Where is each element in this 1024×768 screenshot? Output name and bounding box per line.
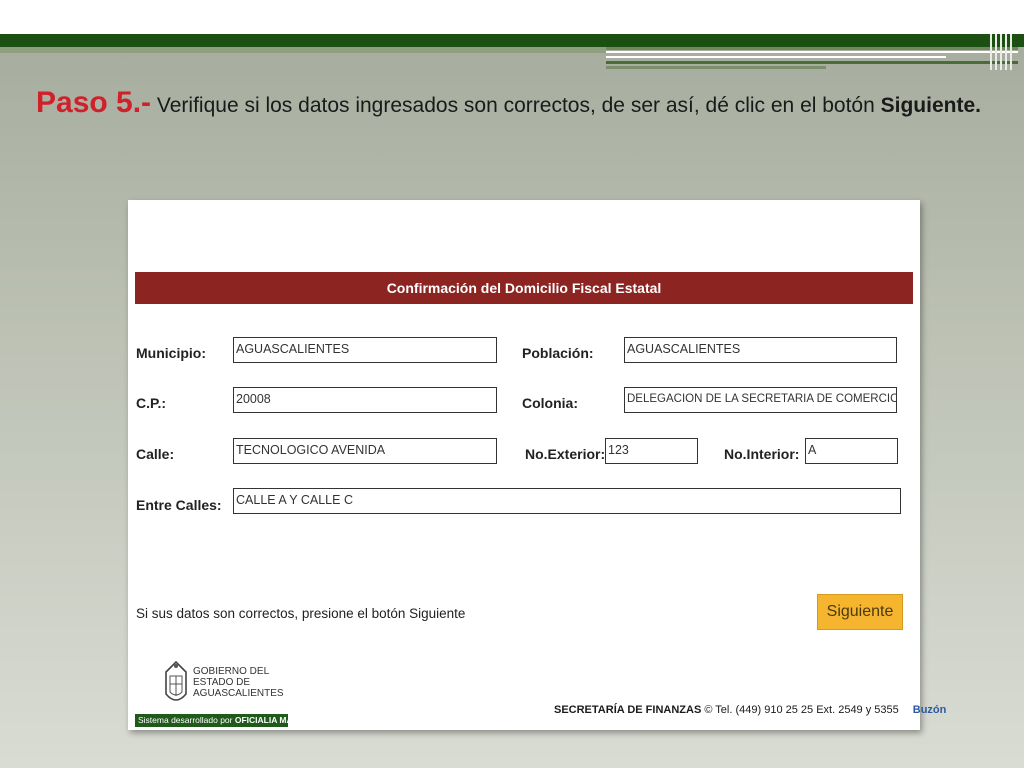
developed-by-banner: Sistema desarrollado por OFICIALIA MAYOR (135, 714, 288, 727)
secretaria-name: SECRETARÍA DE FINANZAS (554, 704, 702, 716)
no-exterior-field[interactable]: 123 (605, 438, 698, 464)
instruction-bold: Siguiente. (880, 94, 981, 117)
gov-line-3: AGUASCALIENTES (193, 688, 284, 699)
next-button[interactable]: Siguiente (817, 594, 903, 630)
instruction-text: Verifique si los datos ingresados son co… (151, 94, 881, 117)
slide-heading: Paso 5.- Verifique si los datos ingresad… (36, 88, 986, 121)
colonia-label: Colonia: (522, 395, 578, 411)
step-label: Paso 5.- (36, 86, 152, 119)
no-exterior-label: No.Exterior: (525, 446, 606, 462)
municipio-field[interactable]: AGUASCALIENTES (233, 337, 497, 363)
coat-of-arms-icon (165, 660, 187, 701)
light-rule (0, 47, 606, 53)
calle-field[interactable]: TECNOLOGICO AVENIDA (233, 438, 497, 464)
form-screenshot: Confirmación del Domicilio Fiscal Estata… (128, 200, 946, 730)
municipio-label: Municipio: (136, 345, 206, 361)
form-title: Confirmación del Domicilio Fiscal Estata… (135, 272, 913, 304)
buzon-link[interactable]: Buzón (913, 704, 947, 716)
no-interior-field[interactable]: A (805, 438, 898, 464)
no-interior-label: No.Interior: (724, 446, 800, 462)
developed-by-text: Sistema desarrollado por (138, 715, 235, 725)
confirmation-notice: Si sus datos son correctos, presione el … (136, 606, 466, 621)
government-logo-text: GOBIERNO DEL ESTADO DE AGUASCALIENTES (193, 666, 284, 699)
poblacion-field[interactable]: AGUASCALIENTES (624, 337, 897, 363)
poblacion-label: Población: (522, 345, 594, 361)
rule-stack (606, 47, 1024, 73)
gov-line-2: ESTADO DE (193, 677, 251, 688)
developed-by-org: OFICIALIA MAYOR (234, 715, 288, 725)
cp-label: C.P.: (136, 395, 167, 411)
top-band (0, 0, 1024, 34)
finance-footer: SECRETARÍA DE FINANZAS © Tel. (449) 910 … (554, 704, 946, 716)
gov-line-1: GOBIERNO DEL (193, 666, 270, 677)
cp-field[interactable]: 20008 (233, 387, 497, 413)
contact-info: © Tel. (449) 910 25 25 Ext. 2549 y 5355 (701, 704, 899, 716)
entre-calles-label: Entre Calles: (136, 497, 222, 513)
vertical-bars (990, 34, 1020, 70)
entre-calles-field[interactable]: CALLE A Y CALLE C (233, 488, 901, 514)
green-rule (0, 34, 1024, 47)
colonia-field[interactable]: DELEGACION DE LA SECRETARIA DE COMERCIO … (624, 387, 897, 413)
calle-label: Calle: (136, 446, 175, 462)
